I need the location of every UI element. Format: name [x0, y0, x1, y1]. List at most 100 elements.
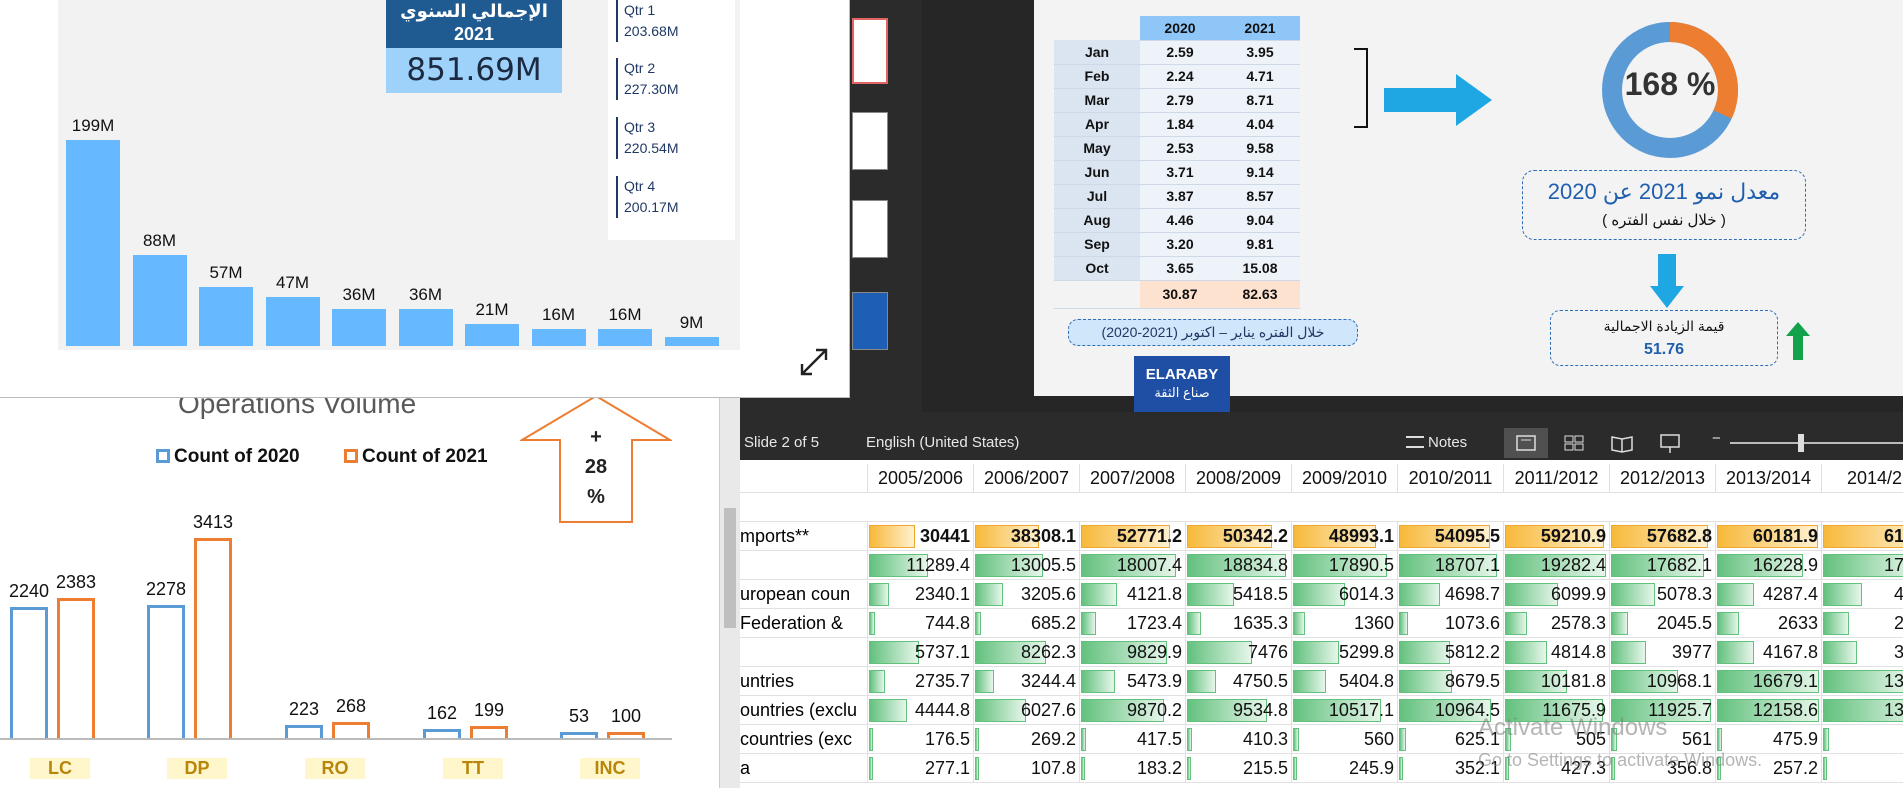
data-cell[interactable]: 4698.7	[1398, 580, 1504, 609]
data-cell[interactable]: 4167.8	[1716, 638, 1822, 667]
data-cell[interactable]: 5078.3	[1610, 580, 1716, 609]
data-cell[interactable]: 8262.3	[974, 638, 1080, 667]
data-cell[interactable]: 9534.8	[1186, 696, 1292, 725]
column-header-cell[interactable]: 2011/2012	[1504, 464, 1610, 493]
data-cell[interactable]: 5418.5	[1186, 580, 1292, 609]
column-header-cell[interactable]: 2010/2011	[1398, 464, 1504, 493]
data-cell[interactable]: 6027.6	[974, 696, 1080, 725]
data-cell[interactable]: 17890.5	[1292, 551, 1398, 580]
data-cell[interactable]: 176.5	[868, 725, 974, 754]
data-cell[interactable]: 10517.1	[1292, 696, 1398, 725]
data-cell[interactable]: 6130	[1822, 522, 1903, 551]
notes-button[interactable]: Notes	[1406, 434, 1467, 451]
slide-thumbnail[interactable]	[852, 200, 888, 258]
reading-view-button[interactable]	[1600, 428, 1644, 458]
data-cell[interactable]: 5473.9	[1080, 667, 1186, 696]
data-cell[interactable]: 417.5	[1080, 725, 1186, 754]
data-cell[interactable]: 6014.3	[1292, 580, 1398, 609]
data-cell[interactable]: 560	[1292, 725, 1398, 754]
data-cell[interactable]: 3244.4	[974, 667, 1080, 696]
row-label-cell[interactable]	[740, 638, 868, 667]
normal-view-button[interactable]	[1504, 428, 1548, 458]
column-header-cell[interactable]: 2006/2007	[974, 464, 1080, 493]
data-cell[interactable]: 1635.3	[1186, 609, 1292, 638]
data-cell[interactable]: 2735.7	[868, 667, 974, 696]
row-label-cell[interactable]	[740, 464, 868, 493]
data-cell[interactable]: 18834.8	[1186, 551, 1292, 580]
row-label-cell[interactable]: countries (exc	[740, 725, 868, 754]
data-cell[interactable]: 5737.1	[868, 638, 974, 667]
data-cell[interactable]: 11289.4	[868, 551, 974, 580]
data-cell[interactable]: 4287.4	[1716, 580, 1822, 609]
data-cell[interactable]: 18707.1	[1398, 551, 1504, 580]
slide-thumbnail[interactable]	[852, 112, 888, 170]
row-label-cell[interactable]: mports**	[740, 522, 868, 551]
data-cell[interactable]: 16228.9	[1716, 551, 1822, 580]
data-cell[interactable]: 57682.8	[1610, 522, 1716, 551]
slide-sorter-button[interactable]	[1552, 428, 1596, 458]
data-cell[interactable]: 183.2	[1080, 754, 1186, 783]
data-cell[interactable]: 60181.9	[1716, 522, 1822, 551]
scrollbar-thumb[interactable]	[724, 508, 736, 628]
column-header-cell[interactable]: 2005/2006	[868, 464, 974, 493]
row-label-cell[interactable]: uropean coun	[740, 580, 868, 609]
data-cell[interactable]: 30441	[868, 522, 974, 551]
slide-thumbnail[interactable]	[852, 18, 888, 84]
data-cell[interactable]: 59210.9	[1504, 522, 1610, 551]
zoom-out-button[interactable]: −	[1712, 430, 1721, 447]
data-cell[interactable]: 4750.5	[1186, 667, 1292, 696]
row-label-cell[interactable]: untries	[740, 667, 868, 696]
data-cell[interactable]: 3205.6	[974, 580, 1080, 609]
data-cell[interactable]: 52771.2	[1080, 522, 1186, 551]
data-cell[interactable]: 685.2	[974, 609, 1080, 638]
column-header-cell[interactable]: 2012/2013	[1610, 464, 1716, 493]
data-cell[interactable]: 297	[1822, 609, 1903, 638]
column-header-cell[interactable]: 2008/2009	[1186, 464, 1292, 493]
data-cell[interactable]: 3977	[1610, 638, 1716, 667]
data-cell[interactable]: 269.2	[974, 725, 1080, 754]
row-label-cell[interactable]: ountries (exclu	[740, 696, 868, 725]
data-cell[interactable]: 17682.1	[1610, 551, 1716, 580]
slide-indicator[interactable]: Slide 2 of 5	[744, 434, 819, 451]
data-cell[interactable]: 1360	[1292, 609, 1398, 638]
data-cell[interactable]: 10181.8	[1504, 667, 1610, 696]
column-header-cell[interactable]: 2007/2008	[1080, 464, 1186, 493]
row-label-cell[interactable]	[740, 551, 868, 580]
data-cell[interactable]: 245.9	[1292, 754, 1398, 783]
data-cell[interactable]: 1362	[1822, 667, 1903, 696]
data-cell[interactable]: 2340.1	[868, 580, 974, 609]
data-cell[interactable]: 447	[1822, 580, 1903, 609]
data-cell[interactable]: 5404.8	[1292, 667, 1398, 696]
language-indicator[interactable]: English (United States)	[866, 434, 1019, 451]
data-cell[interactable]: 13005.5	[974, 551, 1080, 580]
data-cell[interactable]: 16679.1	[1716, 667, 1822, 696]
data-cell[interactable]: 5299.8	[1292, 638, 1398, 667]
data-cell[interactable]: 1330	[1822, 696, 1903, 725]
data-cell[interactable]: 5812.2	[1398, 638, 1504, 667]
zoom-slider-track[interactable]	[1730, 442, 1903, 444]
data-cell[interactable]: 50342.2	[1186, 522, 1292, 551]
data-cell[interactable]: 390	[1822, 638, 1903, 667]
data-cell[interactable]: 410.3	[1186, 725, 1292, 754]
data-cell[interactable]: 1782	[1822, 551, 1903, 580]
data-cell[interactable]: 4814.8	[1504, 638, 1610, 667]
data-cell[interactable]: 4444.8	[868, 696, 974, 725]
data-cell[interactable]: 18007.4	[1080, 551, 1186, 580]
data-cell[interactable]: 9870.2	[1080, 696, 1186, 725]
data-cell[interactable]: 107.8	[974, 754, 1080, 783]
data-cell[interactable]: 8679.5	[1398, 667, 1504, 696]
column-header-cell[interactable]: 2014/2	[1822, 464, 1903, 493]
data-cell[interactable]: 277.1	[868, 754, 974, 783]
data-cell[interactable]: 2578.3	[1504, 609, 1610, 638]
slideshow-button[interactable]	[1648, 428, 1692, 458]
data-cell[interactable]: 1723.4	[1080, 609, 1186, 638]
zoom-slider-thumb[interactable]	[1798, 434, 1804, 452]
data-cell[interactable]: 48993.1	[1292, 522, 1398, 551]
data-cell[interactable]: 1073.6	[1398, 609, 1504, 638]
data-cell[interactable]: 38308.1	[974, 522, 1080, 551]
data-cell[interactable]: 19282.4	[1504, 551, 1610, 580]
data-cell[interactable]: 4121.8	[1080, 580, 1186, 609]
vertical-scrollbar[interactable]	[720, 398, 740, 788]
blank-row[interactable]	[740, 493, 1903, 522]
data-cell[interactable]: 6099.9	[1504, 580, 1610, 609]
